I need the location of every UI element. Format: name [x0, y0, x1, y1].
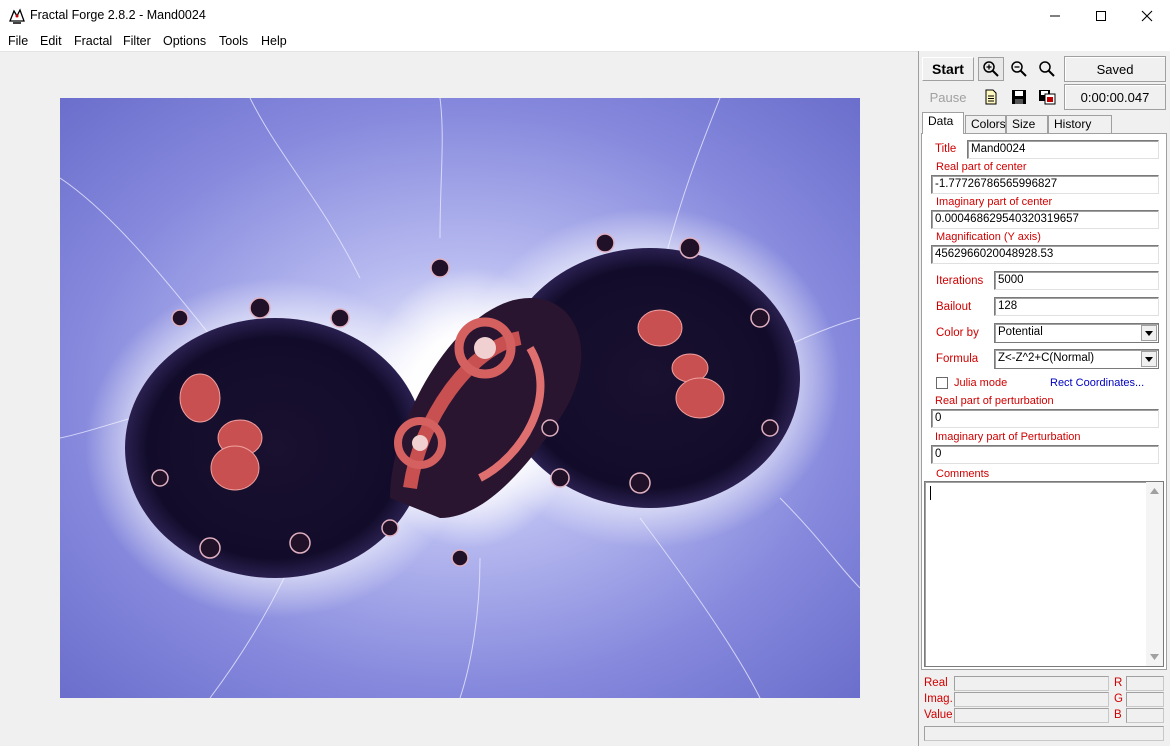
tab-colors[interactable]: Colors: [965, 115, 1006, 133]
maximize-icon: [1096, 10, 1106, 21]
title-bar: Fractal Forge 2.8.2 - Mand0024: [0, 0, 1170, 31]
readout-r-label: R: [1114, 677, 1123, 689]
readout-real-field: [954, 676, 1109, 691]
bailout-field[interactable]: 128: [994, 297, 1159, 316]
minimize-icon: [1050, 15, 1060, 16]
imag-center-field[interactable]: 0.000468629540320319657: [931, 210, 1159, 229]
new-document-icon: [985, 89, 997, 105]
app-icon[interactable]: [8, 7, 26, 25]
readout-g-field: [1126, 692, 1164, 707]
start-button[interactable]: Start: [922, 57, 974, 81]
readout-g-label: G: [1114, 693, 1123, 705]
comments-label: Comments: [936, 468, 990, 480]
close-icon: [1141, 10, 1153, 21]
maximize-button[interactable]: [1078, 0, 1124, 31]
imag-perturb-field[interactable]: 0: [931, 445, 1159, 464]
zoom-reset-button[interactable]: [1034, 57, 1060, 81]
chevron-down-icon[interactable]: [1141, 325, 1157, 341]
formula-label: Formula: [936, 353, 979, 365]
menu-edit[interactable]: Edit: [40, 34, 62, 48]
real-perturb-label: Real part of perturbation: [935, 395, 1054, 407]
readout-imag-field: [954, 692, 1109, 707]
julia-mode-checkbox[interactable]: [936, 377, 948, 389]
zoom-out-button[interactable]: [1006, 57, 1032, 81]
readout-b-field: [1126, 708, 1164, 723]
chevron-down-icon[interactable]: [1141, 351, 1157, 367]
menu-help[interactable]: Help: [261, 34, 287, 48]
menu-fractal[interactable]: Fractal: [74, 34, 112, 48]
julia-mode-label: Julia mode: [954, 377, 1008, 389]
status-bar: [924, 726, 1164, 741]
tab-data[interactable]: Data: [922, 112, 964, 134]
scroll-down-icon[interactable]: [1150, 654, 1159, 660]
comments-scrollbar[interactable]: [1146, 482, 1163, 666]
rect-coordinates-link[interactable]: Rect Coordinates...: [1050, 377, 1144, 389]
formula-select[interactable]: Z<-Z^2+C(Normal): [994, 349, 1159, 369]
readout-value-field: [954, 708, 1109, 723]
colorby-label: Color by: [936, 327, 979, 339]
real-center-label: Real part of center: [936, 161, 1027, 173]
colorby-select[interactable]: Potential: [994, 323, 1159, 343]
real-perturb-field[interactable]: 0: [931, 409, 1159, 428]
zoom-in-icon: [983, 61, 999, 77]
readout-r-field: [1126, 676, 1164, 691]
zoom-out-icon: [1011, 61, 1027, 77]
pause-button[interactable]: Pause: [922, 85, 974, 109]
readout-real-label: Real: [924, 677, 948, 689]
menu-tools[interactable]: Tools: [219, 34, 248, 48]
bailout-label: Bailout: [936, 301, 972, 313]
menu-options[interactable]: Options: [163, 34, 206, 48]
menu-bar: File Edit Fractal Filter Options Tools H…: [0, 31, 1170, 51]
save-as-icon: [1039, 90, 1056, 105]
iterations-label: Iterations: [936, 275, 984, 287]
tab-history-list[interactable]: History List: [1048, 115, 1112, 145]
text-cursor: [930, 486, 931, 500]
save-icon: [1012, 90, 1026, 104]
fractal-image[interactable]: [60, 98, 860, 698]
render-timer: 0:00:00.047: [1064, 84, 1166, 110]
real-center-field[interactable]: -1.77726786565996827: [931, 175, 1159, 194]
scroll-up-icon[interactable]: [1150, 488, 1159, 494]
readout-b-label: B: [1114, 709, 1122, 721]
readout-value-label: Value: [924, 709, 953, 721]
comments-textarea[interactable]: [924, 481, 1164, 667]
new-document-button[interactable]: [978, 85, 1004, 109]
imag-center-label: Imaginary part of center: [936, 196, 1053, 208]
close-button[interactable]: [1124, 0, 1170, 31]
tab-size[interactable]: Size: [1006, 115, 1048, 133]
readout-imag-label: Imag.: [924, 693, 953, 705]
iterations-field[interactable]: 5000: [994, 271, 1159, 290]
zoom-in-button[interactable]: [978, 57, 1004, 81]
title-field[interactable]: Mand0024: [967, 140, 1159, 159]
save-button[interactable]: [1006, 85, 1032, 109]
window-title: Fractal Forge 2.8.2 - Mand0024: [30, 8, 206, 22]
colorby-value: Potential: [998, 326, 1043, 338]
magnification-field[interactable]: 4562966020048928.53: [931, 245, 1159, 264]
title-label: Title: [935, 143, 957, 155]
save-as-button[interactable]: [1034, 85, 1060, 109]
menu-file[interactable]: File: [8, 34, 28, 48]
magnification-label: Magnification (Y axis): [936, 231, 1041, 243]
zoom-reset-icon: [1039, 61, 1055, 77]
imag-perturb-label: Imaginary part of Perturbation: [935, 431, 1081, 443]
formula-value: Z<-Z^2+C(Normal): [998, 352, 1095, 364]
saved-status[interactable]: Saved: [1064, 56, 1166, 82]
minimize-button[interactable]: [1032, 0, 1078, 31]
menu-filter[interactable]: Filter: [123, 34, 151, 48]
